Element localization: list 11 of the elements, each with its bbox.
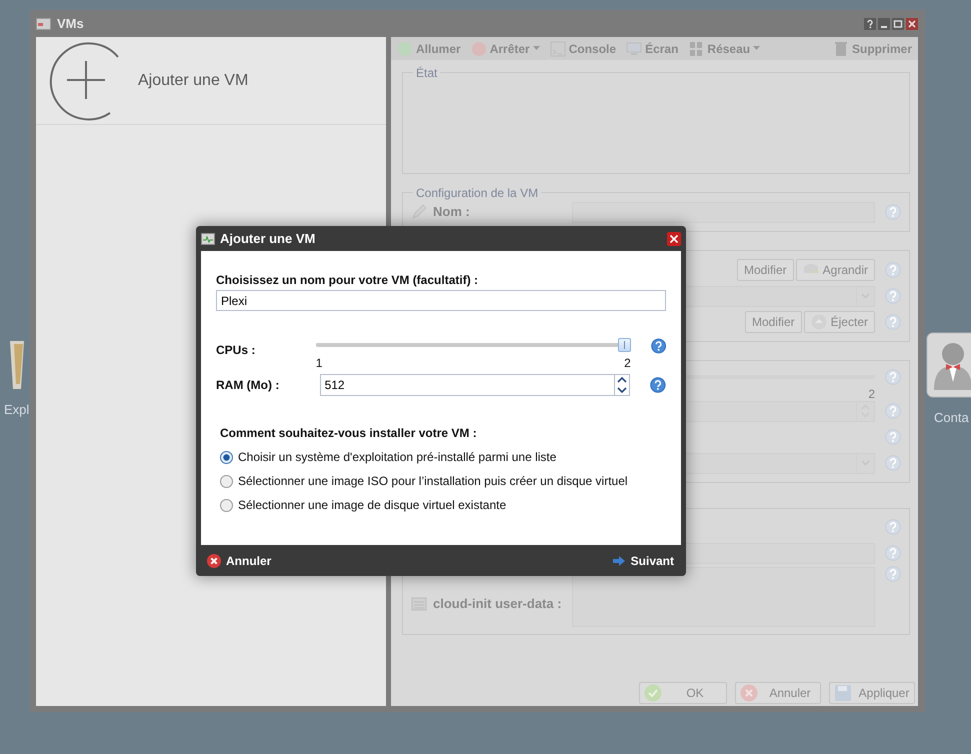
field-label: RAM (Mo) : [216, 377, 280, 394]
section-label: Comment souhaitez-vous installer votre VM : [220, 425, 478, 442]
window-title: VMs [57, 14, 84, 33]
scale-label: 2 [868, 389, 875, 399]
dialog-title: Ajouter une VM [220, 230, 316, 248]
field-label: cloud-init user-data : [411, 594, 562, 614]
field-label: Nom : [411, 202, 470, 222]
field-label: Choisissez un nom pour votre VM (facultatif) : [216, 272, 480, 289]
field-label: CPUs : [216, 342, 256, 359]
scale-label: 1 [316, 355, 322, 372]
scale-label: 2 [624, 355, 631, 372]
